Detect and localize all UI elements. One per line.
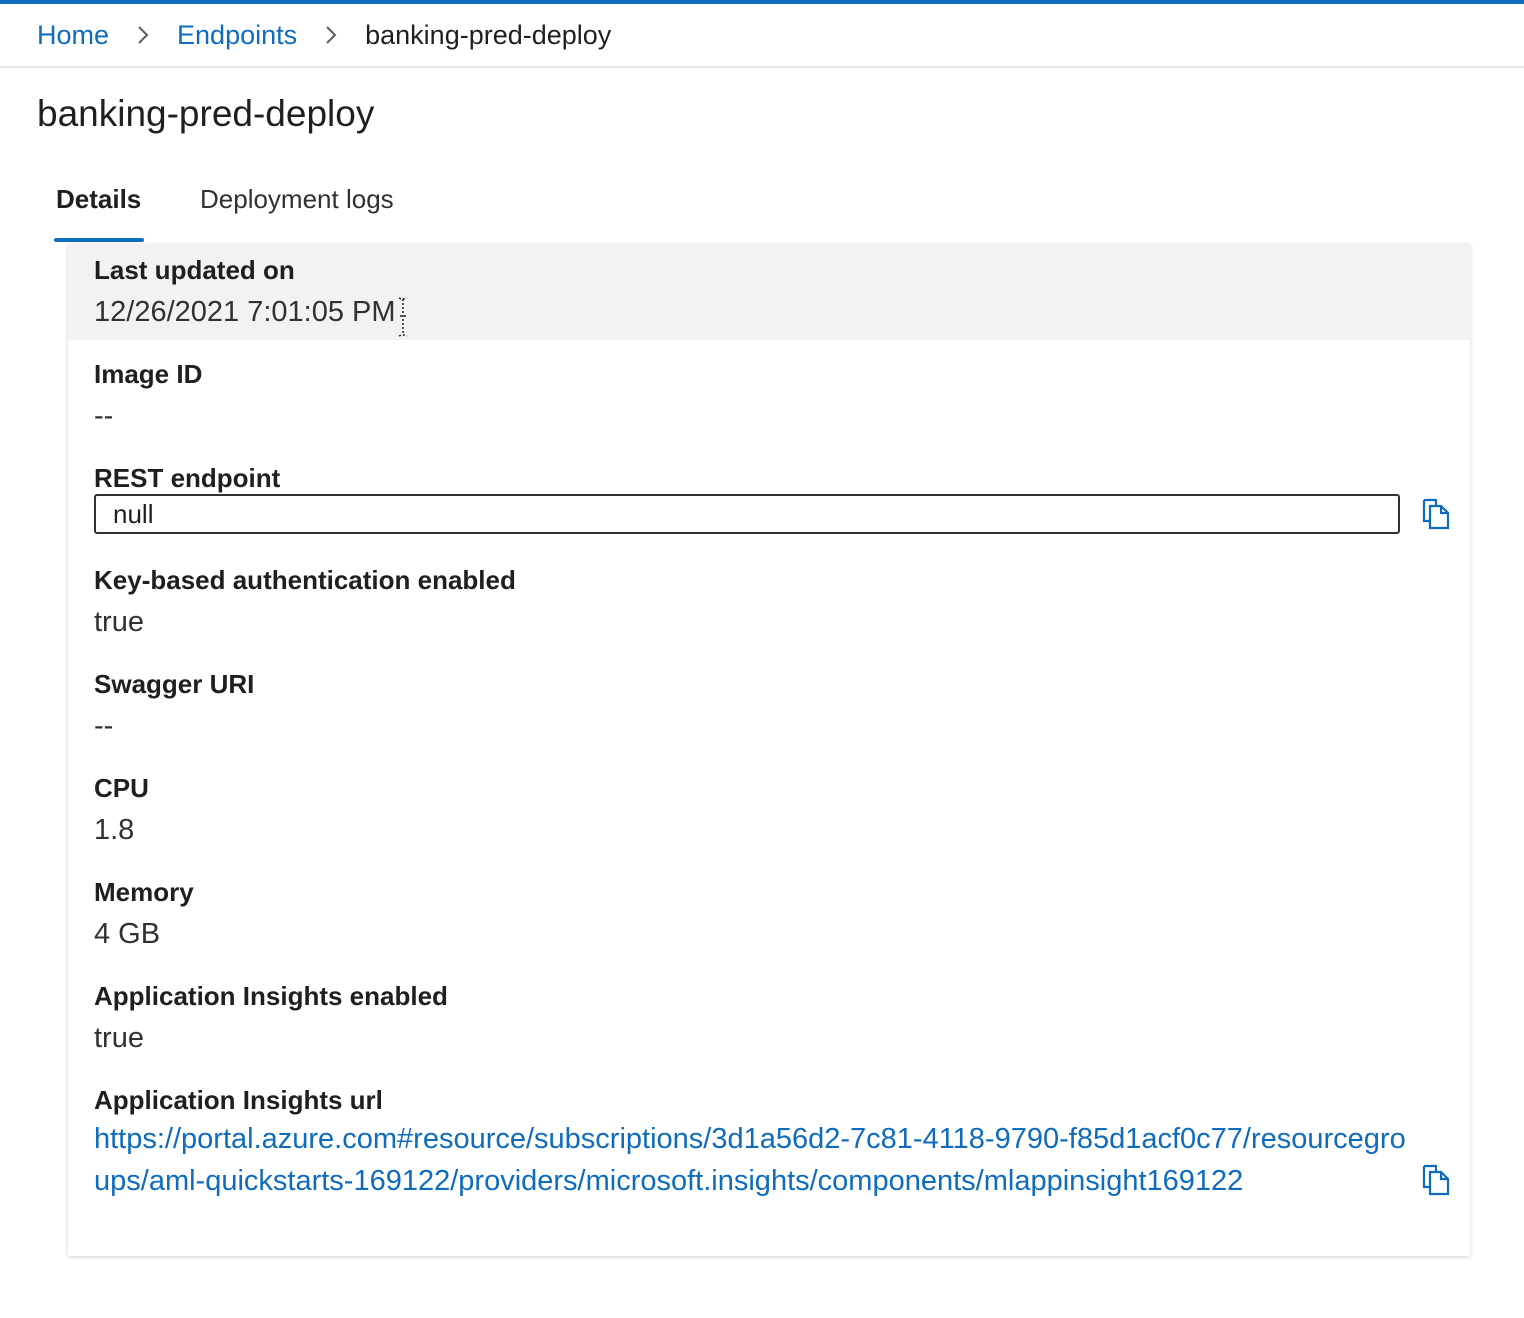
tab-deployment-logs-label: Deployment logs [200, 184, 394, 214]
app-insights-url-field: Application Insights url https://portal.… [68, 1082, 1470, 1202]
rest-endpoint-field: REST endpoint [68, 460, 1470, 496]
swagger-uri-value: -- [94, 710, 114, 742]
cpu-value: 1.8 [94, 814, 135, 846]
tab-details[interactable]: Details [37, 168, 200, 242]
copy-rest-endpoint-button[interactable] [1419, 496, 1453, 532]
chevron-right-icon [109, 20, 177, 50]
app-insights-url-label: Application Insights url [94, 1085, 383, 1115]
copy-icon [1422, 1164, 1450, 1196]
text-cursor-icon [398, 297, 408, 337]
app-insights-enabled-value: true [94, 1022, 144, 1054]
breadcrumb-current: banking-pred-deploy [365, 19, 612, 50]
memory-label: Memory [94, 877, 194, 907]
swagger-uri-label: Swagger URI [94, 669, 255, 699]
breadcrumb-home-link[interactable]: Home [37, 20, 109, 51]
last-updated-value: 12/26/2021 7:01:05 PM [94, 296, 396, 328]
last-updated-field: Last updated on 12/26/2021 7:01:05 PM [68, 244, 1470, 340]
memory-field: Memory 4 GB [68, 874, 1470, 954]
app-insights-url-link[interactable]: https://portal.azure.com#resource/subscr… [94, 1118, 1414, 1202]
breadcrumb-endpoints-link[interactable]: Endpoints [177, 20, 297, 51]
copy-icon [1422, 498, 1450, 530]
cpu-field: CPU 1.8 [68, 770, 1470, 850]
swagger-uri-field: Swagger URI -- [68, 666, 1470, 746]
tab-deployment-logs[interactable]: Deployment logs [200, 168, 394, 242]
key-auth-label: Key-based authentication enabled [94, 565, 516, 595]
tab-bar: Details Deployment logs [37, 168, 394, 242]
key-auth-value: true [94, 606, 144, 638]
page-title: banking-pred-deploy [37, 93, 375, 134]
image-id-label: Image ID [94, 359, 203, 389]
image-id-value: -- [94, 400, 114, 432]
tab-details-label: Details [56, 184, 142, 214]
chevron-right-icon [297, 20, 365, 50]
rest-endpoint-label: REST endpoint [94, 463, 281, 493]
cpu-label: CPU [94, 773, 149, 803]
rest-endpoint-input[interactable]: null [94, 494, 1400, 534]
rest-endpoint-value: null [113, 499, 154, 529]
key-auth-field: Key-based authentication enabled true [68, 562, 1470, 642]
image-id-field: Image ID -- [68, 356, 1470, 436]
breadcrumb: Home Endpoints banking-pred-deploy [0, 4, 1524, 68]
details-card: Last updated on 12/26/2021 7:01:05 PM Im… [68, 244, 1470, 1256]
app-insights-enabled-field: Application Insights enabled true [68, 978, 1470, 1058]
copy-app-insights-url-button[interactable] [1419, 1162, 1453, 1198]
last-updated-label: Last updated on [94, 255, 295, 285]
memory-value: 4 GB [94, 918, 161, 950]
app-insights-enabled-label: Application Insights enabled [94, 981, 448, 1011]
